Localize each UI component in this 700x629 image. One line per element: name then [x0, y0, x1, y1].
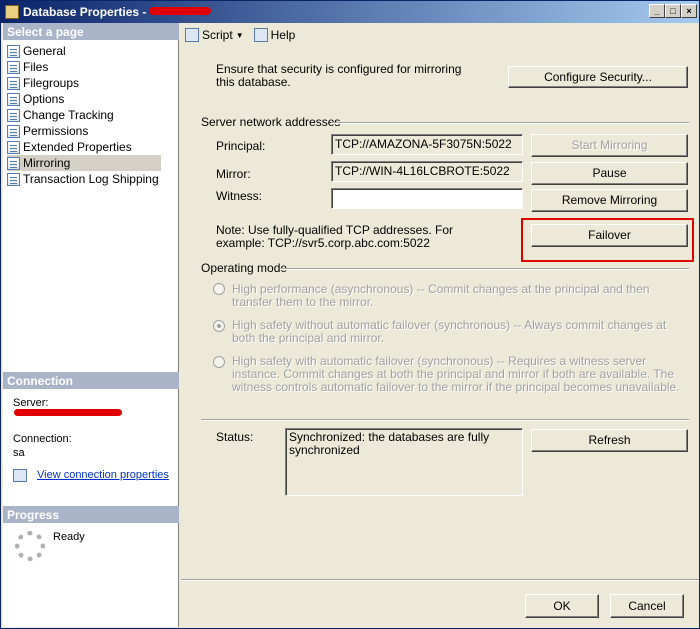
page-item-files[interactable]: Files: [7, 59, 161, 75]
page-icon: [7, 108, 20, 122]
toolbar: Script ▼ Help: [181, 23, 699, 47]
chevron-down-icon: ▼: [235, 30, 244, 40]
page-item-change-tracking[interactable]: Change Tracking: [7, 107, 161, 123]
page-icon: [7, 140, 20, 154]
page-item-permissions[interactable]: Permissions: [7, 123, 161, 139]
principal-label: Principal:: [216, 139, 266, 153]
divider: [281, 268, 689, 270]
mode-high-performance-label: High performance (asynchronous) -- Commi…: [232, 282, 650, 309]
left-pane: Select a page General Files Filegroups O…: [3, 23, 179, 627]
refresh-button[interactable]: Refresh: [531, 429, 688, 452]
page-icon: [7, 76, 20, 90]
progress-status: Ready: [53, 531, 85, 543]
page-icon: [7, 44, 20, 58]
progress-spinner-icon: [15, 531, 45, 561]
close-icon[interactable]: ×: [681, 4, 697, 18]
mirror-label: Mirror:: [216, 167, 251, 181]
server-addresses-group-label: Server network addresses: [201, 115, 341, 129]
main-pane: Script ▼ Help Ensure that security is con…: [181, 23, 699, 627]
connection-header: Connection: [3, 372, 179, 389]
progress-header: Progress: [3, 506, 179, 523]
cancel-button[interactable]: Cancel: [610, 594, 684, 618]
connection-label: Connection:: [13, 433, 72, 445]
configure-security-button[interactable]: Configure Security...: [508, 66, 688, 88]
database-properties-window: Database Properties - _ □ × Select a pag…: [0, 0, 700, 629]
connection-value: sa: [13, 447, 25, 459]
page-icon: [7, 124, 20, 138]
script-icon: [185, 28, 199, 42]
page-icon: [7, 156, 20, 170]
help-icon: [253, 28, 268, 42]
security-note: Ensure that security is configured for m…: [216, 62, 462, 89]
page-item-transaction-log-shipping[interactable]: Transaction Log Shipping: [7, 171, 161, 187]
page-icon: [7, 60, 20, 74]
divider: [331, 122, 689, 124]
witness-label: Witness:: [216, 189, 263, 203]
page-item-general[interactable]: General: [7, 43, 161, 59]
database-icon: [5, 5, 19, 19]
minimize-icon[interactable]: _: [649, 4, 665, 18]
script-button[interactable]: Script ▼: [185, 28, 244, 42]
failover-button[interactable]: Failover: [531, 224, 688, 247]
select-page-header: Select a page: [3, 23, 179, 40]
pause-button[interactable]: Pause: [531, 162, 688, 185]
mirror-field[interactable]: TCP://WIN-4L16LCBROTE:5022: [331, 161, 523, 182]
witness-field[interactable]: [331, 188, 523, 209]
server-name-redacted: [14, 409, 122, 416]
redaction-mark: [149, 7, 211, 15]
mode-high-safety-label: High safety without automatic failover (…: [232, 318, 667, 345]
page-item-options[interactable]: Options: [7, 91, 161, 107]
mode-high-safety-failover-radio[interactable]: [213, 356, 225, 368]
page-list: General Files Filegroups Options Change …: [7, 43, 161, 187]
page-item-filegroups[interactable]: Filegroups: [7, 75, 161, 91]
principal-field[interactable]: TCP://AMAZONA-5F3075N:5022: [331, 134, 523, 155]
maximize-icon[interactable]: □: [665, 4, 681, 18]
help-button[interactable]: Help: [253, 28, 295, 42]
status-label: Status:: [216, 430, 254, 444]
mode-high-safety-failover-label: High safety with automatic failover (syn…: [232, 354, 680, 394]
remove-mirroring-button[interactable]: Remove Mirroring: [531, 189, 688, 212]
page-item-mirroring[interactable]: Mirroring: [7, 155, 161, 171]
connection-properties-icon: [13, 469, 27, 482]
page-icon: [7, 92, 20, 106]
ok-button[interactable]: OK: [525, 594, 599, 618]
operating-mode-group-label: Operating mode: [201, 261, 288, 275]
page-icon: [7, 172, 20, 186]
view-connection-properties-link[interactable]: View connection properties: [37, 469, 169, 481]
window-title: Database Properties -: [23, 5, 147, 19]
start-mirroring-button[interactable]: Start Mirroring: [531, 134, 688, 157]
mode-high-performance-radio[interactable]: [213, 283, 225, 295]
title-bar[interactable]: Database Properties - _ □ ×: [1, 1, 699, 23]
server-label: Server:: [13, 397, 49, 409]
status-field: Synchronized: the databases are fully sy…: [285, 428, 523, 496]
divider: [201, 419, 689, 421]
divider: [181, 579, 699, 581]
mode-high-safety-radio[interactable]: [213, 320, 225, 332]
tcp-address-note: Note: Use fully-qualified TCP addresses.…: [216, 223, 453, 250]
page-item-extended-properties[interactable]: Extended Properties: [7, 139, 161, 155]
